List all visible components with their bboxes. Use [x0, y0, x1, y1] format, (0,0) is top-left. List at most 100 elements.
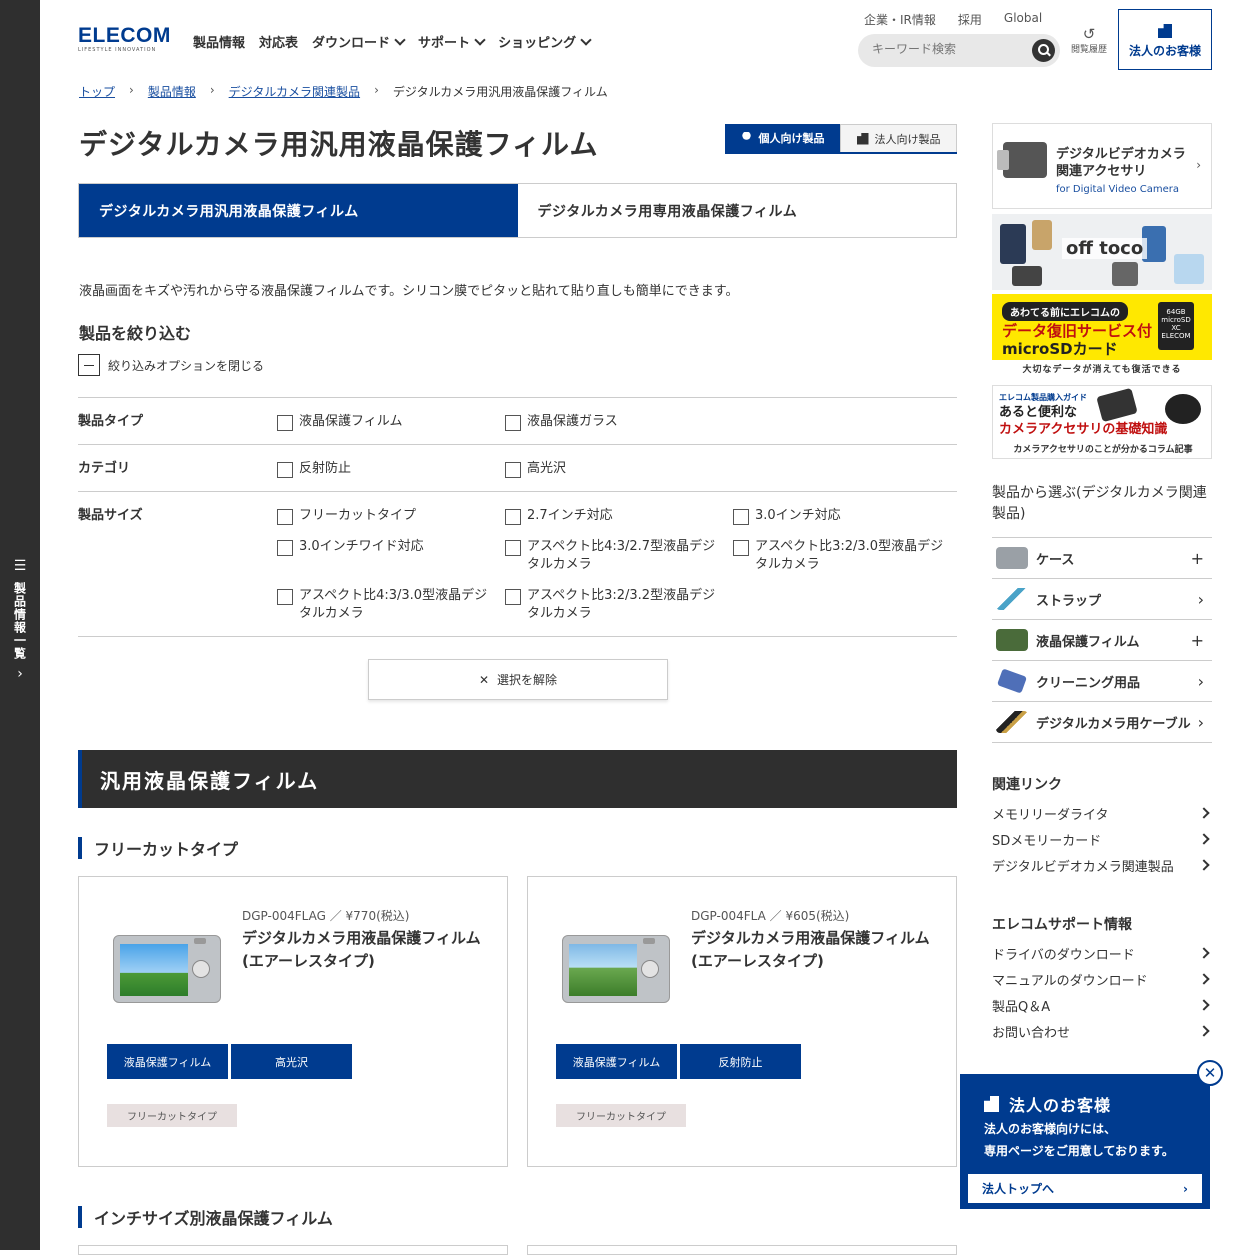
chevron-right-icon: ›: [1183, 1181, 1188, 1196]
segment-personal[interactable]: 個人向け製品: [725, 124, 840, 152]
breadcrumb-products[interactable]: 製品情報: [148, 83, 196, 100]
breadcrumb-camera[interactable]: デジタルカメラ関連製品: [229, 83, 360, 100]
filter-option[interactable]: 液晶保護フィルム: [277, 413, 489, 431]
building-icon: [984, 1096, 999, 1112]
search-input[interactable]: [872, 42, 1022, 56]
elecom-logo[interactable]: ELECOM LIFESTYLE INNOVATION: [78, 25, 178, 53]
product-tag[interactable]: 液晶保護フィルム: [107, 1044, 228, 1079]
film-icon: [996, 629, 1028, 651]
checkbox[interactable]: [277, 509, 293, 525]
product-image: [113, 935, 221, 1003]
cloth-icon: [996, 668, 1028, 694]
filter-option[interactable]: アスペクト比4:3/2.7型液晶デジタルカメラ: [505, 538, 717, 574]
checkbox[interactable]: [505, 462, 521, 478]
tab-generic-film[interactable]: デジタルカメラ用汎用液晶保護フィルム: [79, 184, 518, 237]
cable-icon: [996, 711, 1028, 733]
product-size-tag[interactable]: フリーカットタイプ: [556, 1104, 686, 1127]
category-case[interactable]: ケース +: [992, 538, 1212, 579]
support-link[interactable]: お問い合わせ: [992, 1018, 1212, 1044]
subsection-heading-freecut: フリーカットタイプ: [78, 837, 238, 859]
checkbox[interactable]: [505, 540, 521, 556]
checkbox[interactable]: [277, 462, 293, 478]
nav-download[interactable]: ダウンロード: [312, 32, 404, 51]
product-tag[interactable]: 液晶保護フィルム: [556, 1044, 677, 1079]
search-box: [858, 34, 1060, 67]
sd-card-icon: 64GB microSD XC ELECOM: [1158, 302, 1194, 350]
tab-dedicated-film[interactable]: デジタルカメラ用専用液晶保護フィルム: [517, 184, 956, 237]
close-icon[interactable]: ✕: [1197, 1060, 1223, 1086]
microsd-banner[interactable]: あわてる前にエレコムの データ復旧サービス付 microSDカード 64GB mi…: [992, 294, 1212, 380]
filter-option[interactable]: アスペクト比3:2/3.2型液晶デジタルカメラ: [505, 587, 717, 623]
link-global[interactable]: Global: [1004, 11, 1042, 28]
nav-support[interactable]: サポート: [418, 32, 484, 51]
product-tag[interactable]: 反射防止: [680, 1044, 801, 1079]
global-nav: 製品情報 対応表 ダウンロード サポート ショッピング: [193, 32, 590, 51]
offtoco-banner[interactable]: off toco: [992, 214, 1212, 290]
product-size-tag[interactable]: フリーカットタイプ: [107, 1104, 237, 1127]
related-link[interactable]: メモリリーダライタ: [992, 800, 1212, 826]
product-card[interactable]: [78, 1245, 508, 1255]
segment-business[interactable]: 法人向け製品: [840, 124, 957, 152]
support-link[interactable]: マニュアルのダウンロード: [992, 966, 1212, 992]
category-cable[interactable]: デジタルカメラ用ケーブル ›: [992, 702, 1212, 743]
product-card[interactable]: [527, 1245, 957, 1255]
filter-option[interactable]: フリーカットタイプ: [277, 507, 489, 525]
nav-shopping[interactable]: ショッピング: [498, 32, 590, 51]
nav-compat[interactable]: 対応表: [259, 32, 298, 51]
checkbox[interactable]: [277, 415, 293, 431]
filter-option[interactable]: 2.7インチ対応: [505, 507, 717, 525]
category-film[interactable]: 液晶保護フィルム +: [992, 620, 1212, 661]
product-card[interactable]: DGP-004FLA ／ ¥605(税込) デジタルカメラ用液晶保護フィルム (エ…: [527, 876, 957, 1167]
product-tag[interactable]: 高光沢: [231, 1044, 352, 1079]
product-sku-price: DGP-004FLAG ／ ¥770(税込): [242, 909, 410, 923]
filter-option[interactable]: 3.0インチ対応: [733, 507, 945, 525]
checkbox[interactable]: [277, 589, 293, 605]
clear-selection-button[interactable]: ✕ 選択を解除: [368, 659, 668, 700]
breadcrumb-top[interactable]: トップ: [79, 83, 115, 100]
filter-option[interactable]: 高光沢: [505, 460, 717, 478]
filter-option[interactable]: 3.0インチワイド対応: [277, 538, 489, 556]
product-card[interactable]: DGP-004FLAG ／ ¥770(税込) デジタルカメラ用液晶保護フィルム(…: [78, 876, 508, 1167]
corporate-top-link[interactable]: 法人トップへ ›: [968, 1174, 1202, 1203]
filter-heading: 製品を絞り込む: [79, 324, 192, 343]
subsection-heading-inch: インチサイズ別液晶保護フィルム: [78, 1206, 333, 1228]
video-camera-accessory-card[interactable]: デジタルビデオカメラ関連アクセサリ for Digital Video Came…: [992, 123, 1212, 209]
corporate-button[interactable]: 法人のお客様: [1118, 9, 1212, 70]
checkbox[interactable]: [505, 415, 521, 431]
filter-option[interactable]: 液晶保護ガラス: [505, 413, 717, 431]
related-link[interactable]: SDメモリーカード: [992, 826, 1212, 852]
corporate-popup: 法人のお客様 法人のお客様向けには、 専用ページをご用意しております。 法人トップ…: [960, 1060, 1223, 1209]
product-list-sidetab[interactable]: ☰ 製品情報一覧 ›: [0, 0, 40, 1250]
nav-products[interactable]: 製品情報: [193, 32, 245, 51]
category-heading: 製品から選ぶ(デジタルカメラ関連製品): [992, 485, 1207, 522]
support-link[interactable]: 製品Q＆A: [992, 992, 1212, 1018]
link-recruit[interactable]: 採用: [958, 11, 982, 28]
link-corporate-ir[interactable]: 企業・IR情報: [864, 11, 936, 28]
building-icon: [856, 132, 869, 145]
filter-option[interactable]: アスペクト比3:2/3.0型液晶デジタルカメラ: [733, 538, 945, 574]
support-link[interactable]: ドライバのダウンロード: [992, 940, 1212, 966]
related-link[interactable]: デジタルビデオカメラ関連製品: [992, 852, 1212, 878]
category-cleaning[interactable]: クリーニング用品 ›: [992, 661, 1212, 702]
support-heading: エレコムサポート情報: [992, 917, 1132, 933]
filter-option[interactable]: アスペクト比4:3/3.0型液晶デジタルカメラ: [277, 587, 489, 623]
segment-switch: 個人向け製品 法人向け製品: [725, 124, 957, 154]
product-name[interactable]: デジタルカメラ用液晶保護フィルム (エアーレスタイプ): [691, 927, 931, 973]
checkbox[interactable]: [277, 540, 293, 556]
breadcrumb: トップ › 製品情報 › デジタルカメラ関連製品 › デジタルカメラ用汎用液晶保護フィ…: [79, 83, 608, 100]
building-icon: [1158, 24, 1172, 38]
category-strap[interactable]: ストラップ ›: [992, 579, 1212, 620]
history-button[interactable]: ↺ 閲覧履歴: [1068, 26, 1110, 55]
camera-guide-banner[interactable]: エレコム製品購入ガイド あると便利な カメラアクセサリの基礎知識 カメラアクセサリ…: [992, 385, 1212, 459]
related-links: メモリリーダライタ SDメモリーカード デジタルビデオカメラ関連製品: [992, 800, 1212, 878]
checkbox[interactable]: [733, 540, 749, 556]
breadcrumb-current: デジタルカメラ用汎用液晶保護フィルム: [392, 85, 608, 99]
filter-option[interactable]: 反射防止: [277, 460, 489, 478]
filter-toggle[interactable]: 絞り込みオプションを閉じる: [78, 354, 264, 376]
checkbox[interactable]: [505, 589, 521, 605]
search-icon[interactable]: [1032, 39, 1055, 62]
checkbox[interactable]: [505, 509, 521, 525]
checkbox[interactable]: [733, 509, 749, 525]
product-name[interactable]: デジタルカメラ用液晶保護フィルム (エアーレスタイプ): [242, 927, 482, 973]
filter-row-type: 製品タイプ 液晶保護フィルム 液晶保護ガラス: [78, 397, 957, 444]
